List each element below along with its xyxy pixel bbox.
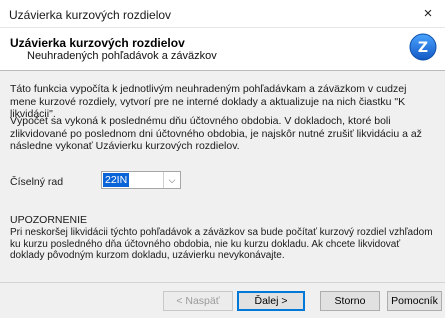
header-title: Uzávierka kurzových rozdielov [10, 36, 185, 50]
warning-text: Pri neskoršej likvidácii týchto pohľadáv… [10, 227, 433, 261]
period-note-paragraph: Výpočet sa vykoná k poslednému dňu účtov… [10, 115, 422, 152]
cancel-button[interactable]: Storno [320, 291, 380, 311]
header-subtitle: Neuhradených pohľadávok a záväzkov [27, 50, 217, 62]
wizard-logo-icon: Z [409, 33, 437, 61]
window-title: Uzávierka kurzových rozdielov [9, 8, 172, 22]
back-button[interactable]: < Naspäť [163, 291, 233, 311]
window-titlebar: Uzávierka kurzových rozdielov × [0, 0, 445, 28]
series-label: Číselný rad [10, 176, 64, 188]
series-combobox[interactable]: 22IN ⌵ [101, 171, 181, 189]
wizard-header: Uzávierka kurzových rozdielov Neuhradený… [0, 28, 445, 71]
help-button[interactable]: Pomocník [387, 291, 442, 311]
series-selected-value: 22IN [103, 173, 130, 187]
wizard-footer: < Naspäť Ďalej > Storno Pomocník [0, 282, 445, 318]
chevron-down-icon[interactable]: ⌵ [163, 172, 180, 188]
warning-title: UPOZORNENIE [10, 214, 88, 226]
wizard-content: Táto funkcia vypočíta k jednotlivým neuh… [0, 71, 445, 282]
svg-text:Z: Z [418, 40, 428, 56]
next-button[interactable]: Ďalej > [237, 291, 305, 311]
close-button[interactable]: × [411, 0, 445, 27]
